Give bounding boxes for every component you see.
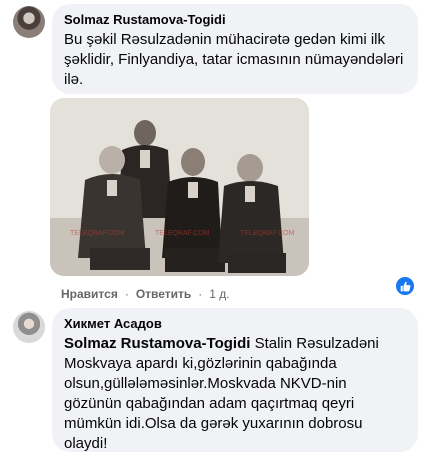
separator-dot: ·	[124, 287, 129, 301]
historical-photo-illustration: TELEQRAF.COM TELEQRAF.COM TELEQRAF.COM	[50, 98, 309, 276]
reply-link[interactable]: Ответить	[136, 286, 191, 302]
watermark: TELEQRAF.COM	[155, 230, 210, 237]
mention-link[interactable]: Solmaz Rustamova-Togidi	[64, 335, 250, 352]
like-icon	[400, 281, 411, 291]
watermark: TELEQRAF.COM	[70, 230, 125, 237]
like-link[interactable]: Нравится	[61, 286, 118, 302]
like-reaction-badge[interactable]	[394, 275, 416, 297]
avatar[interactable]	[13, 311, 45, 343]
avatar[interactable]	[13, 6, 45, 38]
comment-text: Solmaz Rustamova-Togidi Stalin Rəsulzadə…	[64, 334, 406, 454]
watermark: TELEQRAF.COM	[240, 230, 295, 237]
comment-body: Stalin Rəsulzadəni Moskvaya apardı ki,gö…	[64, 335, 379, 452]
comment-bubble: Solmaz Rustamova-Togidi Bu şəkil Rəsulza…	[52, 4, 418, 94]
comment-actions: Нравится · Ответить · 1 д.	[61, 286, 230, 302]
separator-dot: ·	[198, 287, 203, 301]
comment-text: Bu şəkil Rəsulzadənin mühacirətə gedən k…	[64, 31, 404, 88]
comment-photo[interactable]: TELEQRAF.COM TELEQRAF.COM TELEQRAF.COM	[50, 98, 309, 276]
comment-author[interactable]: Хикмет Асадов	[64, 316, 406, 332]
comment-author[interactable]: Solmaz Rustamova-Togidi	[64, 12, 406, 28]
comment-bubble: Хикмет Асадов Solmaz Rustamova-Togidi St…	[52, 308, 418, 452]
comment-timestamp[interactable]: 1 д.	[209, 286, 229, 302]
